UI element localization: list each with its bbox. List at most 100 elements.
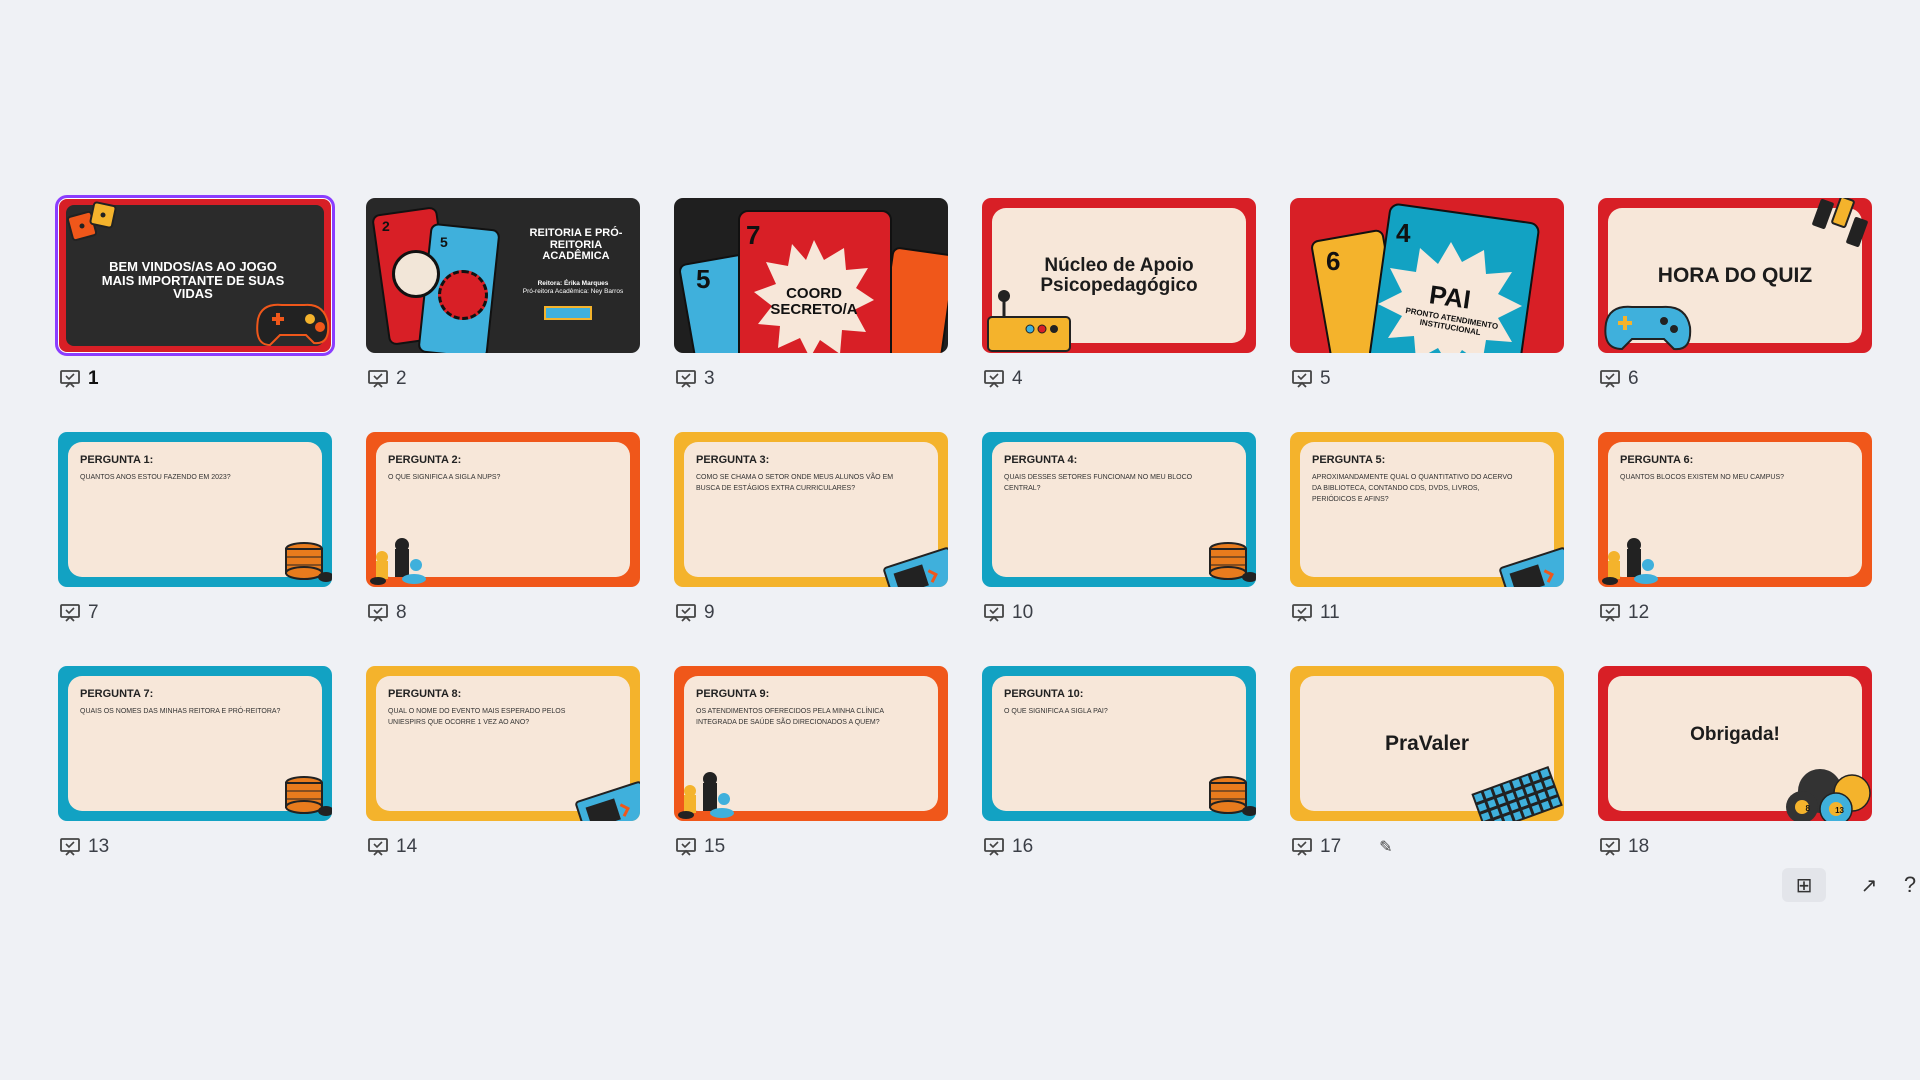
slide-preview[interactable]: PERGUNTA 6: QUANTOS BLOCOS EXISTEM NO ME… (1598, 432, 1872, 587)
slide-grid: BEM VINDOS/AS AO JOGO MAIS IMPORTANTE DE… (55, 195, 1872, 900)
slide-preview[interactable]: HORA DO QUIZ (1598, 198, 1872, 353)
slide-number: 4 (1012, 368, 1023, 389)
slide-caption: 6 (1600, 368, 1639, 390)
slide-preview[interactable]: BEM VINDOS/AS AO JOGO MAIS IMPORTANTE DE… (55, 195, 335, 356)
presentation-icon (60, 838, 80, 856)
ball-number: 13 (1835, 806, 1844, 815)
gamepad-icon (1604, 305, 1692, 351)
question-title: PERGUNTA 7: (80, 688, 154, 700)
slide-number: 6 (1628, 368, 1639, 389)
slide-caption: 7 (60, 602, 99, 624)
presentation-icon (1600, 604, 1620, 622)
slide-thumbnail[interactable]: Núcleo de Apoio Psicopedagógico 4 (982, 198, 1256, 432)
slide-line: Reitora: Érika Marques (537, 280, 609, 287)
slide-preview[interactable]: 2 5 REITORIA E PRÓ-REITORIA ACADÊMICA Re… (366, 198, 640, 353)
slide-thumbnail[interactable]: PERGUNTA 10: O QUE SIGNIFICA A SIGLA PAI… (982, 666, 1256, 900)
slide-thumbnail[interactable]: PERGUNTA 3: COMO SE CHAMA O SETOR ONDE M… (674, 432, 948, 666)
slide-thumbnail[interactable]: PERGUNTA 2: O QUE SIGNIFICA A SIGLA NUPS… (366, 432, 640, 666)
slide-thumbnail[interactable]: PERGUNTA 7: QUAIS OS NOMES DAS MINHAS RE… (58, 666, 332, 900)
presentation-icon (676, 604, 696, 622)
grid-view-icon: ⊞ (1795, 874, 1813, 897)
slide-caption: 1 (60, 368, 99, 390)
slide-caption: 8 (368, 602, 407, 624)
slide-preview[interactable]: PERGUNTA 2: O QUE SIGNIFICA A SIGLA NUPS… (366, 432, 640, 587)
presentation-icon (368, 838, 388, 856)
slide-thumbnail[interactable]: PraValer 17 ✎ (1290, 666, 1564, 900)
slide-thumbnail[interactable]: PERGUNTA 5: APROXIMANDAMENTE QUAL O QUAN… (1290, 432, 1564, 666)
slide-thumbnail[interactable]: PERGUNTA 6: QUANTOS BLOCOS EXISTEM NO ME… (1598, 432, 1872, 666)
slide-caption: 4 (984, 368, 1023, 390)
expand-icon: ↗ (1860, 874, 1878, 897)
slide-caption: 14 (368, 836, 417, 858)
slide-preview[interactable]: PraValer (1290, 666, 1564, 821)
presentation-icon (984, 838, 1004, 856)
slide-preview[interactable]: Obrigada! 8 13 (1598, 666, 1872, 821)
slide-thumbnail[interactable]: 2 5 REITORIA E PRÓ-REITORIA ACADÊMICA Re… (366, 198, 640, 432)
slide-preview[interactable]: PERGUNTA 3: COMO SE CHAMA O SETOR ONDE M… (674, 432, 948, 587)
slide-thumbnail[interactable]: PERGUNTA 8: QUAL O NOME DO EVENTO MAIS E… (366, 666, 640, 900)
slide-preview[interactable]: 6 4 PAI PRONTO ATENDIMENTO INSTITUCIONAL (1290, 198, 1564, 353)
slide-preview[interactable]: PERGUNTA 9: OS ATENDIMENTOS OFERECIDOS P… (674, 666, 948, 821)
slide-thumbnail[interactable]: 6 4 PAI PRONTO ATENDIMENTO INSTITUCIONAL… (1290, 198, 1564, 432)
slide-thumbnail[interactable]: PERGUNTA 4: QUAIS DESSES SETORES FUNCION… (982, 432, 1256, 666)
slide-thumbnail[interactable]: Obrigada! 8 13 18 (1598, 666, 1872, 900)
card-number: 2 (382, 218, 390, 234)
question-title: PERGUNTA 1: (80, 454, 154, 466)
question-title: PERGUNTA 6: (1620, 454, 1694, 466)
question-text: QUANTOS BLOCOS EXISTEM NO MEU CAMPUS? (1620, 474, 1785, 481)
presentation-icon (60, 604, 80, 622)
presentation-icon (984, 604, 1004, 622)
presentation-icon (1292, 838, 1312, 856)
slide-preview[interactable]: PERGUNTA 7: QUAIS OS NOMES DAS MINHAS RE… (58, 666, 332, 821)
slide-preview[interactable]: PERGUNTA 1: QUANTOS ANOS ESTOU FAZENDO E… (58, 432, 332, 587)
question-text: OS ATENDIMENTOS OFERECIDOS PELA MINHA CL… (696, 708, 884, 726)
card-number: 4 (1396, 218, 1411, 248)
help-button[interactable]: ? (1900, 868, 1920, 902)
coins-icon (285, 776, 332, 816)
presentation-icon (1600, 370, 1620, 388)
slide-number: 7 (88, 602, 99, 623)
pawns-icon (1602, 538, 1658, 585)
slide-number: 17 (1320, 836, 1342, 857)
slide-caption: 16 (984, 836, 1033, 858)
slide-title: SECRETO/A (770, 301, 858, 318)
grid-view-button[interactable]: ⊞ (1782, 868, 1826, 902)
slide-preview[interactable]: Núcleo de Apoio Psicopedagógico (982, 198, 1256, 353)
game-box-icon (1499, 547, 1564, 587)
slide-preview[interactable]: PERGUNTA 10: O QUE SIGNIFICA A SIGLA PAI… (982, 666, 1256, 821)
card-number: 5 (696, 264, 711, 294)
slide-number: 3 (704, 368, 715, 389)
slide-thumbnail[interactable]: PERGUNTA 1: QUANTOS ANOS ESTOU FAZENDO E… (58, 432, 332, 666)
gamepad-icon (256, 303, 330, 347)
card-number: 6 (1326, 246, 1341, 276)
slide-number: 15 (704, 836, 726, 857)
slide-number: 10 (1012, 602, 1034, 623)
slide-number: 8 (396, 602, 407, 623)
slide-thumbnail[interactable]: BEM VINDOS/AS AO JOGO MAIS IMPORTANTE DE… (55, 195, 335, 432)
slide-preview[interactable]: PERGUNTA 5: APROXIMANDAMENTE QUAL O QUAN… (1290, 432, 1564, 587)
slide-number: 5 (1320, 368, 1331, 389)
presentation-icon (368, 604, 388, 622)
slide-caption: 3 (676, 368, 715, 390)
presentation-icon (676, 838, 696, 856)
slide-thumbnail[interactable]: 5 7 COORD SECRETO/A 3 (674, 198, 948, 432)
fullscreen-button[interactable]: ↗ (1854, 868, 1884, 902)
slide-caption: 18 (1600, 836, 1649, 858)
slide-number: 9 (704, 602, 715, 623)
slide-preview[interactable]: PERGUNTA 4: QUAIS DESSES SETORES FUNCION… (982, 432, 1256, 587)
slide-caption: 13 (60, 836, 109, 858)
slide-thumbnail[interactable]: HORA DO QUIZ 6 (1598, 198, 1872, 432)
card-number: 7 (746, 220, 761, 250)
avatar (438, 270, 488, 320)
pawns-icon (678, 772, 734, 819)
slide-preview[interactable]: PERGUNTA 8: QUAL O NOME DO EVENTO MAIS E… (366, 666, 640, 821)
card-number: 5 (440, 234, 448, 250)
slide-caption: 17 ✎ (1292, 836, 1393, 858)
slide-number: 1 (88, 368, 99, 389)
slide-preview[interactable]: 5 7 COORD SECRETO/A (674, 198, 948, 353)
slide-number: 16 (1012, 836, 1034, 857)
question-title: PERGUNTA 10: (1004, 688, 1084, 700)
slide-thumbnail[interactable]: PERGUNTA 9: OS ATENDIMENTOS OFERECIDOS P… (674, 666, 948, 900)
help-icon: ? (1903, 872, 1917, 897)
pencil-icon[interactable]: ✎ (1379, 837, 1392, 857)
